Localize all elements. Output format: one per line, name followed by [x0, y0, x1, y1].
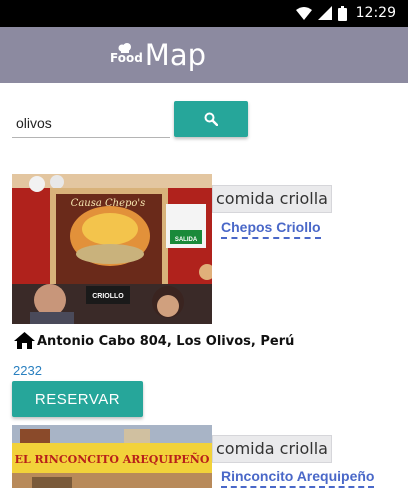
restaurant-photo[interactable]: EL RINCONCITO AREQUIPEÑO — [12, 425, 212, 488]
restaurant-name-link[interactable]: Chepos Criollo — [221, 219, 321, 239]
phone-link[interactable]: 2232 — [13, 363, 42, 378]
app-logo: Food Map — [110, 39, 206, 71]
signal-icon — [317, 6, 332, 20]
status-bar: 12:29 — [0, 0, 408, 27]
home-icon — [14, 332, 35, 349]
address-row: Antonio Cabo 804, Los Olivos, Perú — [14, 332, 294, 349]
app-bar: Food Map — [0, 27, 408, 83]
logo-food-label: Food — [110, 51, 143, 65]
photo-sign-side: SALIDA — [175, 237, 198, 243]
logo-food-text: Food — [110, 43, 143, 65]
search-input[interactable] — [12, 102, 170, 138]
status-icons: 12:29 — [295, 5, 396, 21]
category-tag: comida criolla — [212, 185, 332, 213]
photo-sign-bottom: CRIOLLO — [92, 293, 124, 300]
category-tag: comida criolla — [212, 435, 332, 463]
search-button[interactable] — [174, 101, 248, 137]
status-time: 12:29 — [355, 5, 396, 21]
address-text: Antonio Cabo 804, Los Olivos, Perú — [37, 334, 295, 349]
photo-sign: EL RINCONCITO AREQUIPEÑO — [15, 452, 210, 466]
battery-icon — [337, 5, 347, 21]
chef-hat-icon — [118, 43, 131, 53]
reserve-button[interactable]: RESERVAR — [12, 381, 143, 417]
search-icon — [204, 112, 218, 126]
wifi-icon — [295, 6, 312, 20]
logo-map-text: Map — [144, 38, 206, 72]
restaurant-photo[interactable]: Causa Chepo's SALIDA CRIOLLO — [12, 174, 212, 324]
photo-sign-top: Causa Chepo's — [71, 198, 146, 209]
restaurant-name-link[interactable]: Rinconcito Arequipeño — [221, 468, 375, 488]
